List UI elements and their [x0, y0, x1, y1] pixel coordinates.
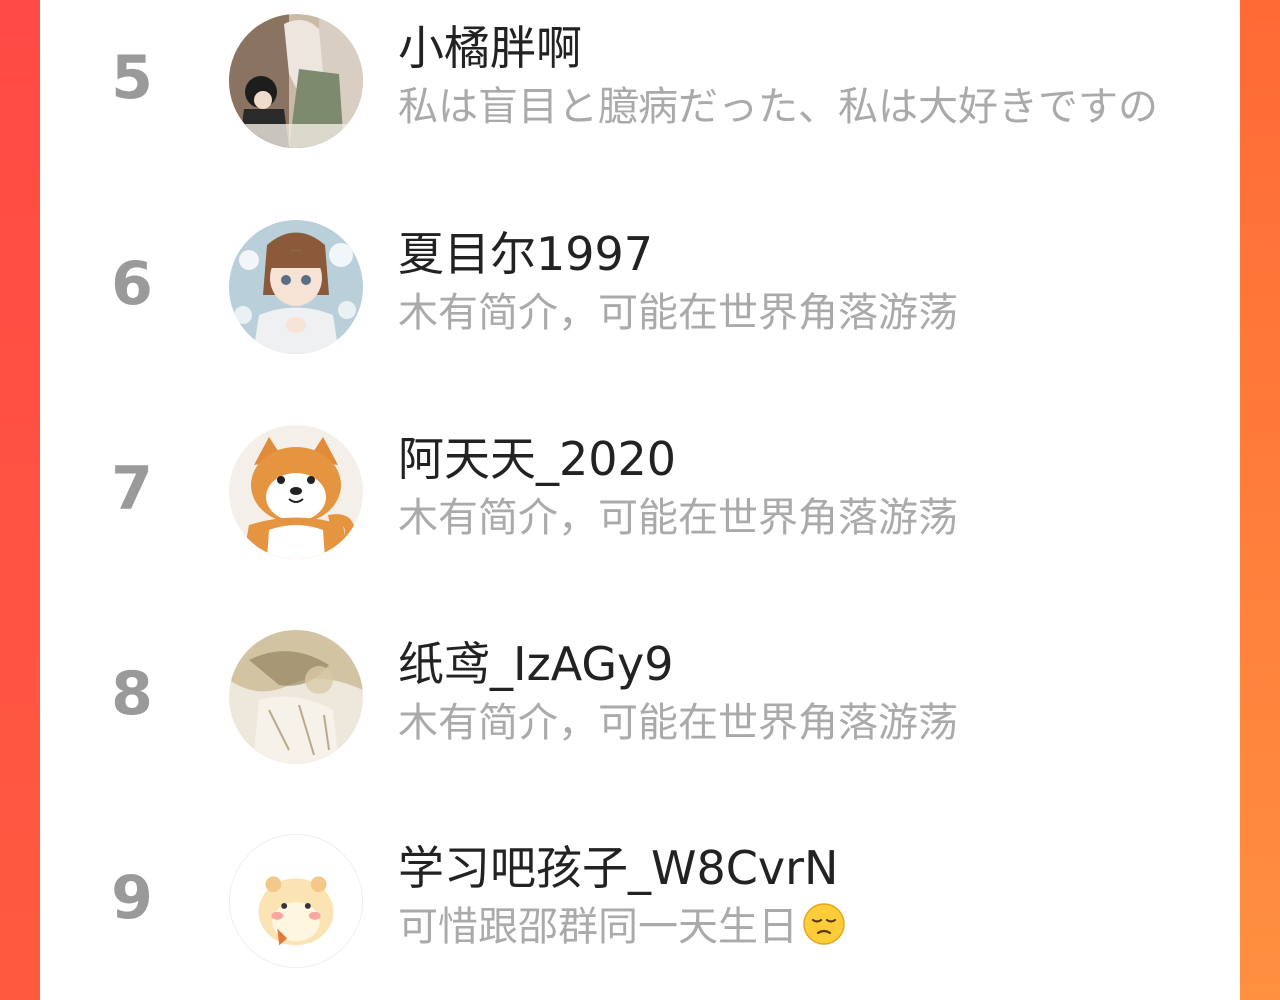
- ranking-row-8[interactable]: 8 纸鸢_IzAGy9 木有简介，可能在世界角落游荡: [40, 616, 1240, 786]
- user-avatar[interactable]: [229, 630, 363, 764]
- shiba-dog-avatar: [229, 425, 363, 559]
- rank-number: 6: [111, 249, 153, 319]
- user-name[interactable]: 纸鸢_IzAGy9: [398, 634, 674, 694]
- rank-number: 7: [111, 454, 153, 524]
- user-name[interactable]: 小橘胖啊: [398, 18, 582, 78]
- left-background-edge: [0, 0, 40, 1000]
- sketch-illustration-avatar: [229, 630, 363, 764]
- anime-couple-avatar: [229, 14, 363, 148]
- hamster-avatar: [230, 835, 362, 967]
- rank-number: 9: [111, 863, 153, 933]
- ranking-row-7[interactable]: 7 阿天天_2020 木有简介，可能在世界角落游荡: [40, 411, 1240, 581]
- ranking-list: 5 小橘胖啊 私は盲目と臆病だった、私は大好きですの 6 夏目尔1997 木有简…: [40, 0, 1240, 1000]
- user-name[interactable]: 阿天天_2020: [398, 429, 676, 489]
- rank-number: 8: [111, 659, 153, 729]
- user-bio: 私は盲目と臆病だった、私は大好きですの: [398, 84, 1158, 130]
- anime-girl-flowers-avatar: [229, 220, 363, 354]
- user-bio: 木有简介，可能在世界角落游荡: [398, 700, 958, 746]
- rank-number: 5: [111, 43, 153, 113]
- user-avatar[interactable]: [229, 14, 363, 148]
- user-avatar[interactable]: [229, 425, 363, 559]
- user-avatar[interactable]: [229, 220, 363, 354]
- user-name[interactable]: 夏目尔1997: [398, 224, 653, 284]
- user-bio: 木有简介，可能在世界角落游荡: [398, 495, 958, 541]
- ranking-row-9[interactable]: 9 学习吧孩子_W8CvrN 可惜跟邵群同一天生日: [40, 820, 1240, 990]
- user-bio: 木有简介，可能在世界角落游荡: [398, 290, 958, 336]
- ranking-row-5[interactable]: 5 小橘胖啊 私は盲目と臆病だった、私は大好きですの: [40, 0, 1240, 170]
- pensive-face-emoji: [803, 903, 845, 945]
- user-name[interactable]: 学习吧孩子_W8CvrN: [398, 838, 838, 898]
- ranking-row-6[interactable]: 6 夏目尔1997 木有简介，可能在世界角落游荡: [40, 206, 1240, 376]
- user-bio-text: 可惜跟邵群同一天生日: [398, 904, 798, 950]
- user-bio: 可惜跟邵群同一天生日: [398, 902, 846, 952]
- right-background-edge: [1240, 0, 1280, 1000]
- user-avatar[interactable]: [229, 834, 363, 968]
